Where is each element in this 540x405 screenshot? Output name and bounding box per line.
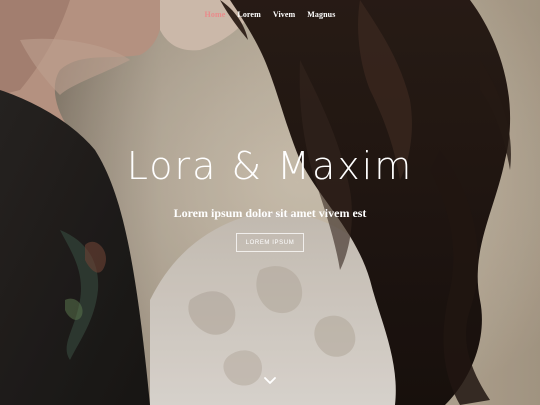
- nav-item-vivem[interactable]: Vivem: [273, 10, 295, 19]
- scroll-down-button[interactable]: [262, 374, 278, 386]
- nav-item-lorem[interactable]: Lorem: [237, 10, 260, 19]
- cta-button[interactable]: LOREM IPSUM: [236, 233, 304, 252]
- photo-overlay: [0, 0, 540, 405]
- main-nav: Home Lorem Vivem Magnus: [0, 10, 540, 19]
- nav-item-magnus[interactable]: Magnus: [307, 10, 335, 19]
- hero-subtitle: Lorem ipsum dolor sit amet vivem est: [173, 206, 367, 220]
- hero-title: Lora & Maxim: [126, 144, 414, 188]
- chevron-down-icon: [264, 377, 276, 384]
- nav-item-home[interactable]: Home: [205, 10, 226, 19]
- hero-section: Home Lorem Vivem Magnus Lora & Maxim Lor…: [0, 0, 540, 405]
